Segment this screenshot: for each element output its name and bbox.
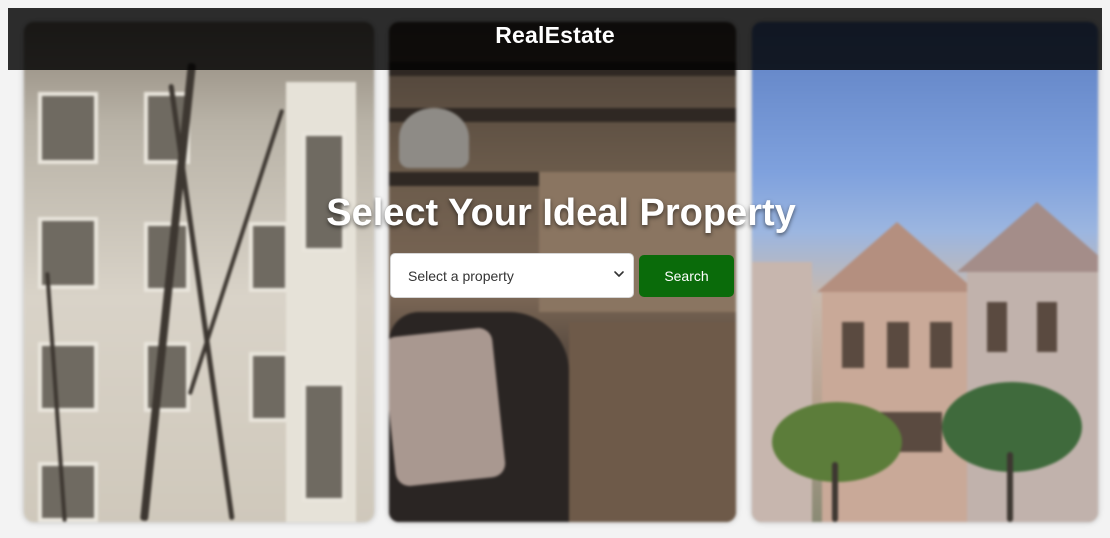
navbar: RealEstate xyxy=(8,8,1102,70)
chevron-down-icon xyxy=(612,268,626,282)
property-search-form: Select a property Search xyxy=(390,253,734,298)
property-select[interactable]: Select a property xyxy=(390,253,634,298)
property-select-value: Select a property xyxy=(408,267,514,284)
hero-title: Select Your Ideal Property xyxy=(326,192,796,234)
search-button[interactable]: Search xyxy=(639,254,734,297)
hero-image-victorian-houses xyxy=(752,22,1098,522)
brand-logo-text[interactable]: RealEstate xyxy=(495,22,615,49)
hero-image-apartment-building xyxy=(24,22,374,522)
page: RealEstate Select Your Ideal Property Se… xyxy=(0,0,1110,538)
